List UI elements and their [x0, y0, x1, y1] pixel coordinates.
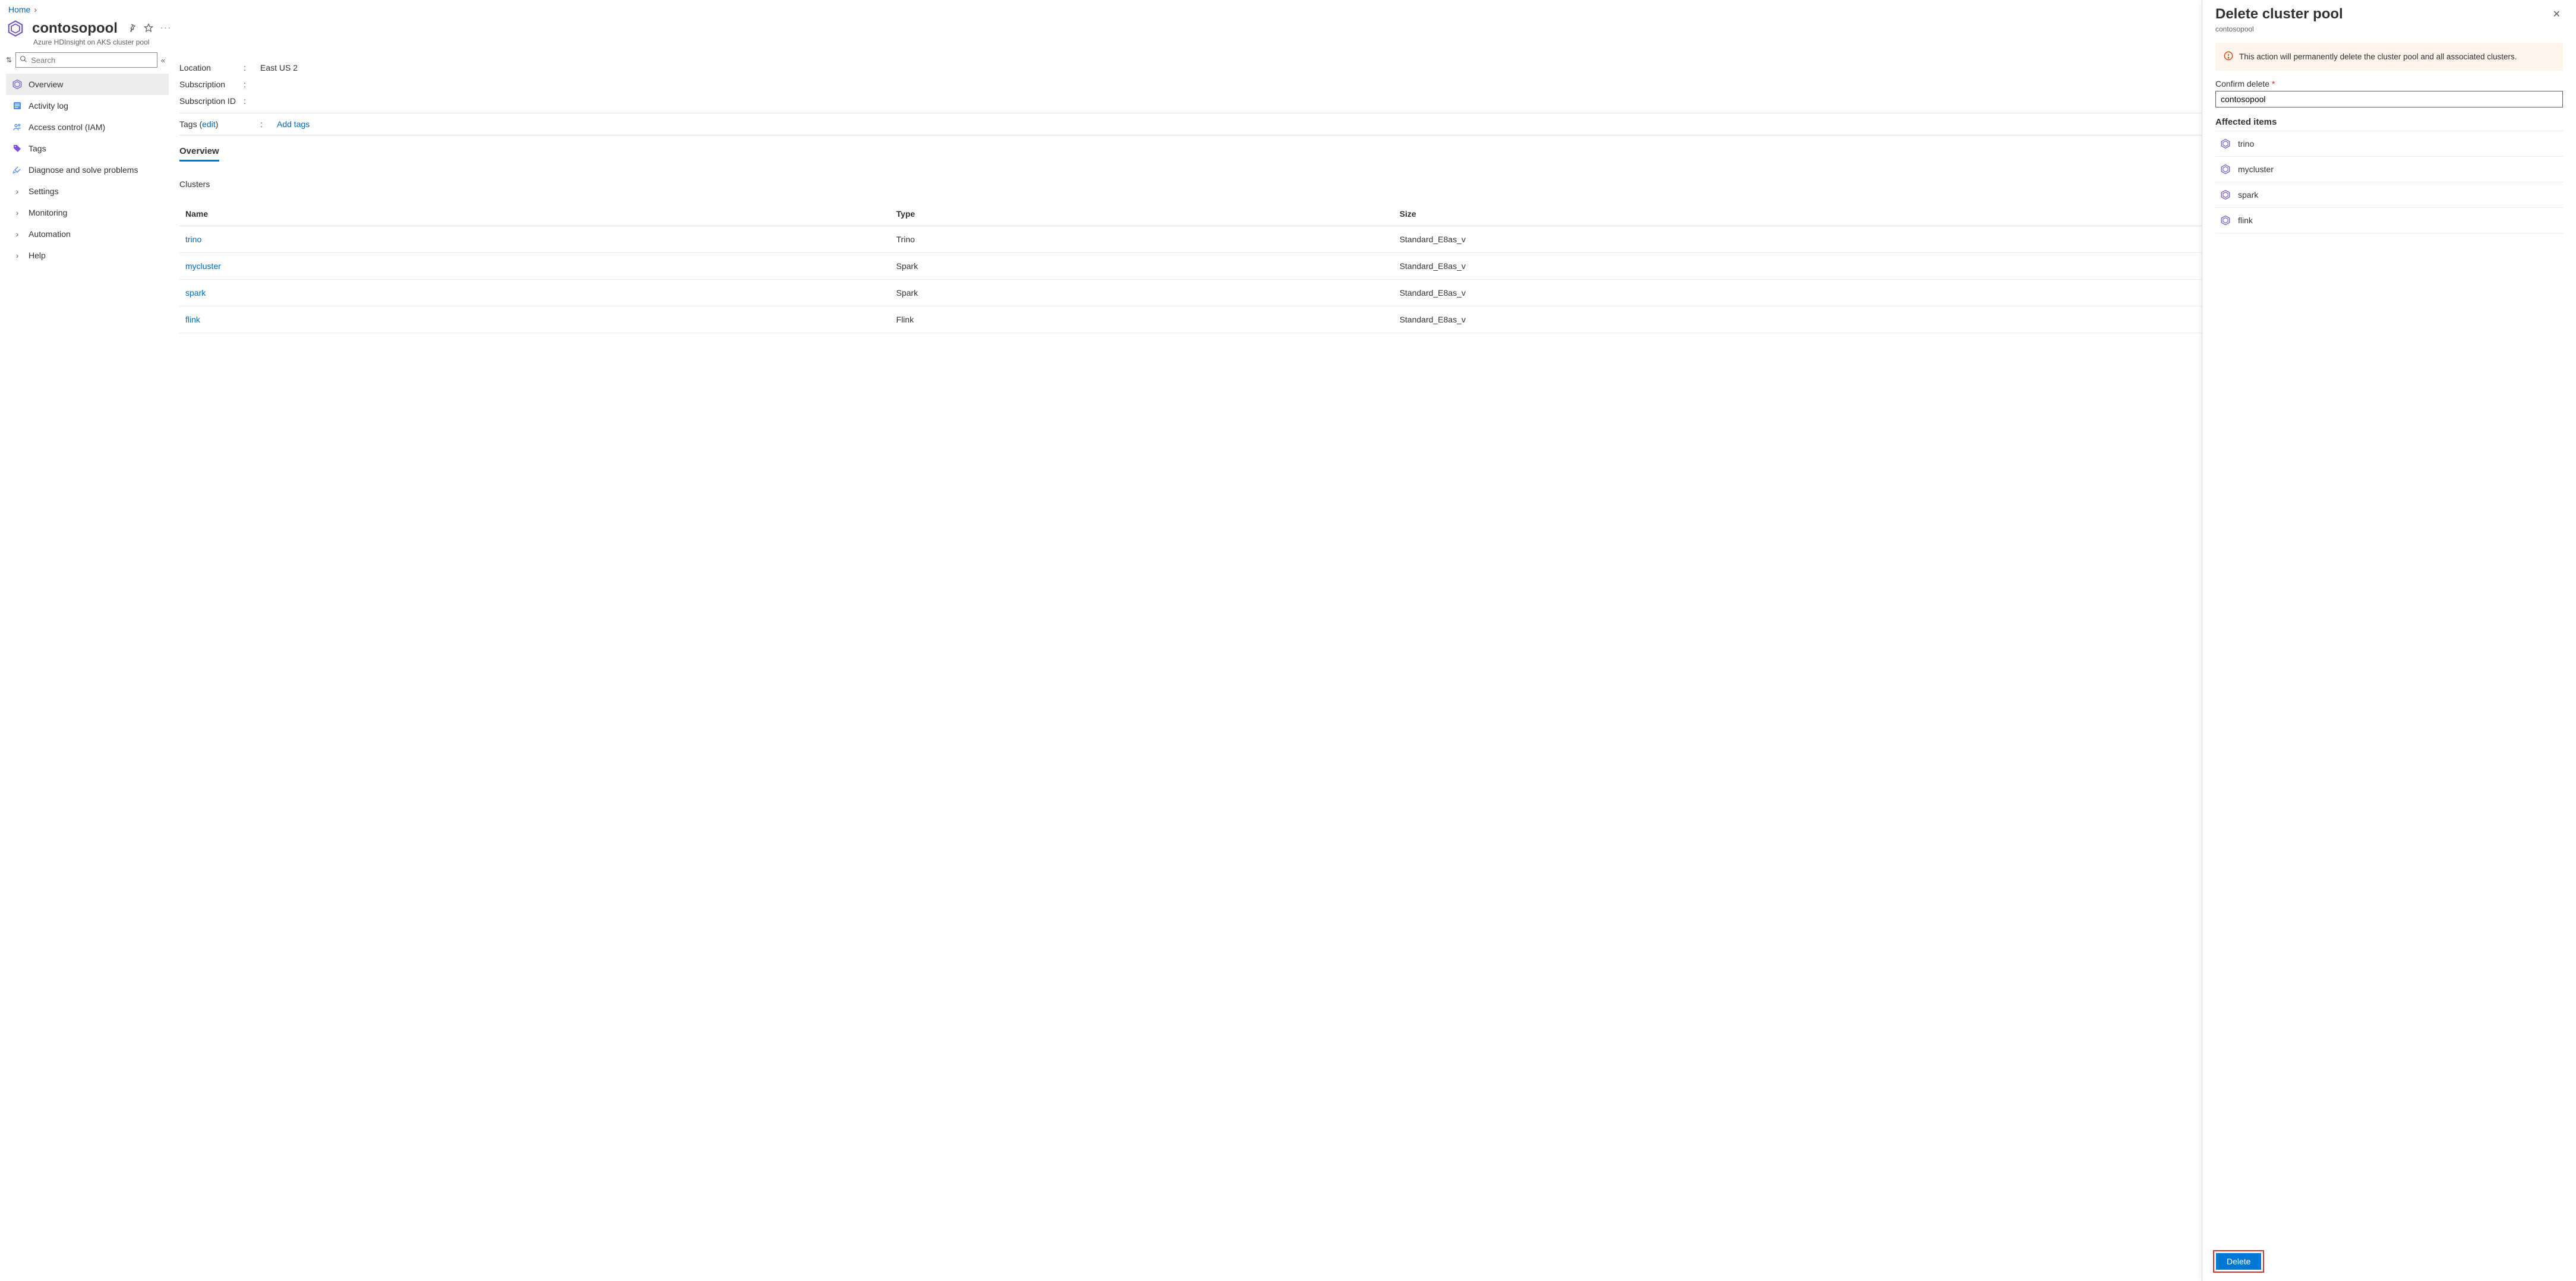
- sidebar-item-label: Automation: [29, 229, 71, 239]
- subscription-label: Subscription: [179, 80, 244, 89]
- delete-button[interactable]: Delete: [2216, 1253, 2261, 1270]
- page-subtitle: Azure HDInsight on AKS cluster pool: [0, 38, 2576, 51]
- sidebar-item-label: Diagnose and solve problems: [29, 165, 138, 175]
- location-label: Location: [179, 63, 244, 72]
- delete-button-highlight: Delete: [2213, 1250, 2264, 1273]
- cluster-type: Spark: [891, 280, 1394, 306]
- delete-panel: Delete cluster pool ✕ contosopool This a…: [2202, 0, 2576, 1281]
- warning-text: This action will permanently delete the …: [2239, 52, 2517, 61]
- sidebar: ⇅ « Overview Activity log Access c: [0, 51, 169, 1281]
- close-icon[interactable]: ✕: [2550, 6, 2563, 23]
- affected-item-name: trino: [2238, 139, 2254, 148]
- cluster-icon: [2220, 189, 2231, 200]
- chevron-right-icon: ›: [12, 208, 23, 217]
- warning-icon: [2224, 51, 2233, 62]
- more-icon[interactable]: ···: [160, 23, 172, 34]
- sidebar-item-activity-log[interactable]: Activity log: [6, 95, 169, 116]
- subscription-id-label: Subscription ID: [179, 96, 244, 106]
- chevron-right-icon: ›: [12, 186, 23, 196]
- cluster-icon: [2220, 138, 2231, 149]
- cluster-pool-icon: [6, 19, 25, 38]
- breadcrumb: Home ›: [0, 0, 2576, 17]
- sidebar-item-label: Settings: [29, 186, 59, 196]
- panel-subtitle: contosopool: [2202, 25, 2576, 39]
- breadcrumb-home-link[interactable]: Home: [8, 5, 30, 14]
- list-item: flink: [2215, 208, 2563, 233]
- cluster-link[interactable]: mycluster: [185, 261, 221, 271]
- chevron-right-icon: ›: [34, 5, 37, 14]
- chevron-right-icon: ›: [12, 251, 23, 260]
- cluster-icon: [2220, 164, 2231, 175]
- collapse-sidebar-icon[interactable]: «: [161, 56, 165, 65]
- tags-label: Tags (edit): [179, 119, 260, 129]
- confirm-delete-input[interactable]: [2215, 91, 2563, 107]
- panel-title: Delete cluster pool: [2215, 6, 2343, 23]
- col-name[interactable]: Name: [179, 202, 891, 226]
- sidebar-item-settings[interactable]: › Settings: [6, 181, 169, 202]
- sidebar-item-label: Help: [29, 251, 46, 260]
- sidebar-item-diagnose[interactable]: Diagnose and solve problems: [6, 159, 169, 181]
- sidebar-item-label: Monitoring: [29, 208, 67, 217]
- col-type[interactable]: Type: [891, 202, 1394, 226]
- sidebar-item-tags[interactable]: Tags: [6, 138, 169, 159]
- cluster-type: Trino: [891, 226, 1394, 253]
- sidebar-item-label: Overview: [29, 80, 63, 89]
- activity-log-icon: [12, 101, 23, 110]
- affected-item-name: spark: [2238, 190, 2258, 200]
- affected-items-heading: Affected items: [2215, 117, 2563, 127]
- tags-icon: [12, 144, 23, 153]
- cluster-link[interactable]: trino: [185, 235, 201, 244]
- access-control-icon: [12, 122, 23, 132]
- sidebar-item-overview[interactable]: Overview: [6, 74, 169, 95]
- sidebar-search[interactable]: [15, 52, 157, 68]
- cluster-link[interactable]: flink: [185, 315, 200, 324]
- sidebar-item-automation[interactable]: › Automation: [6, 223, 169, 245]
- sidebar-item-monitoring[interactable]: › Monitoring: [6, 202, 169, 223]
- add-tags-link[interactable]: Add tags: [277, 119, 310, 129]
- resource-header: contosopool ···: [0, 17, 2576, 38]
- search-input[interactable]: [31, 56, 153, 65]
- confirm-delete-label: Confirm delete *: [2215, 79, 2563, 88]
- cluster-type: Spark: [891, 253, 1394, 280]
- search-icon: [20, 55, 27, 65]
- list-item: spark: [2215, 182, 2563, 208]
- sidebar-item-label: Access control (IAM): [29, 122, 105, 132]
- pin-icon[interactable]: [127, 23, 137, 34]
- overview-icon: [12, 79, 23, 90]
- diagnose-icon: [12, 165, 23, 175]
- location-value: East US 2: [260, 63, 298, 72]
- cluster-icon: [2220, 215, 2231, 226]
- affected-items-list: trino mycluster spark flink: [2215, 131, 2563, 233]
- list-item: trino: [2215, 131, 2563, 157]
- affected-item-name: flink: [2238, 216, 2253, 225]
- cluster-link[interactable]: spark: [185, 288, 206, 298]
- tab-overview[interactable]: Overview: [179, 146, 219, 162]
- page-title: contosopool: [32, 20, 118, 37]
- list-item: mycluster: [2215, 157, 2563, 182]
- chevron-right-icon: ›: [12, 229, 23, 239]
- favorite-icon[interactable]: [144, 23, 153, 34]
- warning-banner: This action will permanently delete the …: [2215, 43, 2563, 71]
- sidebar-item-help[interactable]: › Help: [6, 245, 169, 266]
- cluster-type: Flink: [891, 306, 1394, 333]
- sidebar-item-label: Activity log: [29, 101, 68, 110]
- sidebar-item-access-control[interactable]: Access control (IAM): [6, 116, 169, 138]
- sidebar-item-label: Tags: [29, 144, 46, 153]
- edit-tags-link[interactable]: edit: [202, 119, 216, 129]
- affected-item-name: mycluster: [2238, 165, 2274, 174]
- expand-collapse-icon[interactable]: ⇅: [6, 56, 12, 64]
